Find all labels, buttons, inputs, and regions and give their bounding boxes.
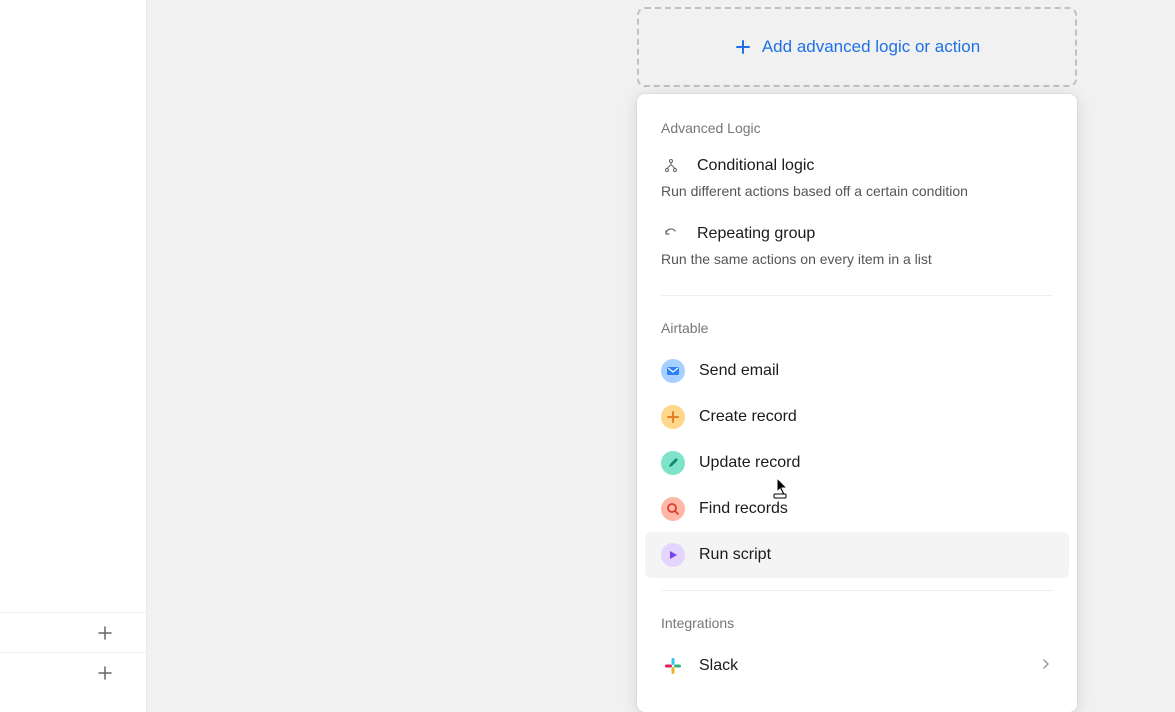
branch-icon (661, 156, 681, 176)
logic-description: Run different actions based off a certai… (661, 182, 1053, 202)
plus-icon (734, 38, 752, 56)
refresh-icon (661, 224, 681, 244)
slack-icon (661, 654, 685, 678)
add-action-label: Add advanced logic or action (762, 37, 980, 57)
logic-title: Conditional logic (697, 157, 814, 175)
play-icon (661, 543, 685, 567)
action-label: Run script (699, 546, 771, 564)
action-dropdown-panel: Advanced Logic Conditional logic Run dif… (637, 94, 1077, 712)
action-label: Create record (699, 408, 797, 426)
add-row-1 (0, 612, 147, 652)
canvas-area: Add advanced logic or action Advanced Lo… (147, 0, 1175, 712)
action-label: Send email (699, 362, 779, 380)
option-conditional-logic[interactable]: Conditional logic Run different actions … (637, 148, 1077, 216)
email-icon (661, 359, 685, 383)
logic-title: Repeating group (697, 225, 815, 243)
option-update-record[interactable]: Update record (637, 440, 1077, 486)
section-header-advanced-logic: Advanced Logic (637, 114, 1077, 148)
plus-icon (97, 625, 113, 641)
divider (661, 590, 1053, 591)
section-header-integrations: Integrations (637, 609, 1077, 643)
sidebar (0, 0, 147, 712)
add-button-2[interactable] (93, 661, 117, 685)
option-create-record[interactable]: Create record (637, 394, 1077, 440)
search-icon (661, 497, 685, 521)
action-label: Find records (699, 500, 788, 518)
option-find-records[interactable]: Find records (637, 486, 1077, 532)
add-row-2 (0, 652, 147, 692)
sidebar-bottom-actions (0, 612, 147, 692)
logic-item-header: Conditional logic (661, 156, 1053, 176)
option-run-script[interactable]: Run script (645, 532, 1069, 578)
pencil-icon (661, 451, 685, 475)
integration-label: Slack (699, 657, 1025, 675)
option-slack[interactable]: Slack (637, 643, 1077, 689)
dropdown-scroll-area[interactable]: Advanced Logic Conditional logic Run dif… (637, 94, 1077, 712)
logic-item-header: Repeating group (661, 224, 1053, 244)
divider (661, 295, 1053, 296)
plus-record-icon (661, 405, 685, 429)
chevron-right-icon (1039, 657, 1053, 676)
section-header-airtable: Airtable (637, 314, 1077, 348)
option-send-email[interactable]: Send email (637, 348, 1077, 394)
logic-description: Run the same actions on every item in a … (661, 250, 1053, 270)
add-advanced-logic-button[interactable]: Add advanced logic or action (637, 7, 1077, 87)
option-repeating-group[interactable]: Repeating group Run the same actions on … (637, 216, 1077, 284)
action-label: Update record (699, 454, 800, 472)
add-button-1[interactable] (93, 621, 117, 645)
plus-icon (97, 665, 113, 681)
